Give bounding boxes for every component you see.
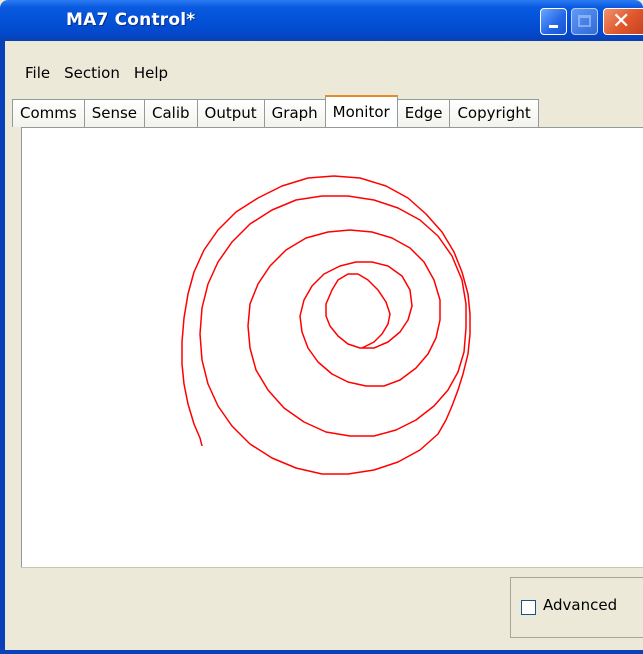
tab-graph[interactable]: Graph xyxy=(263,99,326,127)
window-frame-left xyxy=(0,41,5,654)
monitor-plot xyxy=(181,175,471,475)
tab-edge[interactable]: Edge xyxy=(396,99,451,127)
close-icon: ✕ xyxy=(612,9,631,34)
advanced-group: Advanced xyxy=(510,577,643,638)
menu-file[interactable]: File xyxy=(25,61,58,85)
tab-calib[interactable]: Calib xyxy=(144,99,198,127)
minimize-button[interactable] xyxy=(540,8,567,35)
tab-strip: Comms Sense Calib Output Graph Monitor E… xyxy=(12,95,539,127)
menu-section[interactable]: Section xyxy=(64,61,128,85)
maximize-button[interactable] xyxy=(571,8,598,35)
close-button[interactable]: ✕ xyxy=(603,8,643,35)
tab-copyright[interactable]: Copyright xyxy=(449,99,539,127)
monitor-trace xyxy=(181,175,471,475)
window-title: MA7 Control* xyxy=(66,10,196,30)
tab-output[interactable]: Output xyxy=(196,99,265,127)
tab-monitor[interactable]: Monitor xyxy=(324,95,398,127)
menu-bar: File Section Help xyxy=(5,61,182,85)
advanced-checkbox[interactable] xyxy=(521,600,536,615)
title-bar[interactable]: MA7 Control* ✕ xyxy=(0,0,643,41)
panel-divider xyxy=(21,567,643,568)
tab-sense[interactable]: Sense xyxy=(83,99,146,127)
minimize-icon xyxy=(549,25,558,28)
advanced-label[interactable]: Advanced xyxy=(543,596,617,614)
maximize-icon xyxy=(578,15,591,27)
monitor-panel xyxy=(21,127,643,567)
menu-help[interactable]: Help xyxy=(134,61,176,85)
window-frame-bottom xyxy=(0,650,643,654)
tab-comms[interactable]: Comms xyxy=(12,99,85,127)
